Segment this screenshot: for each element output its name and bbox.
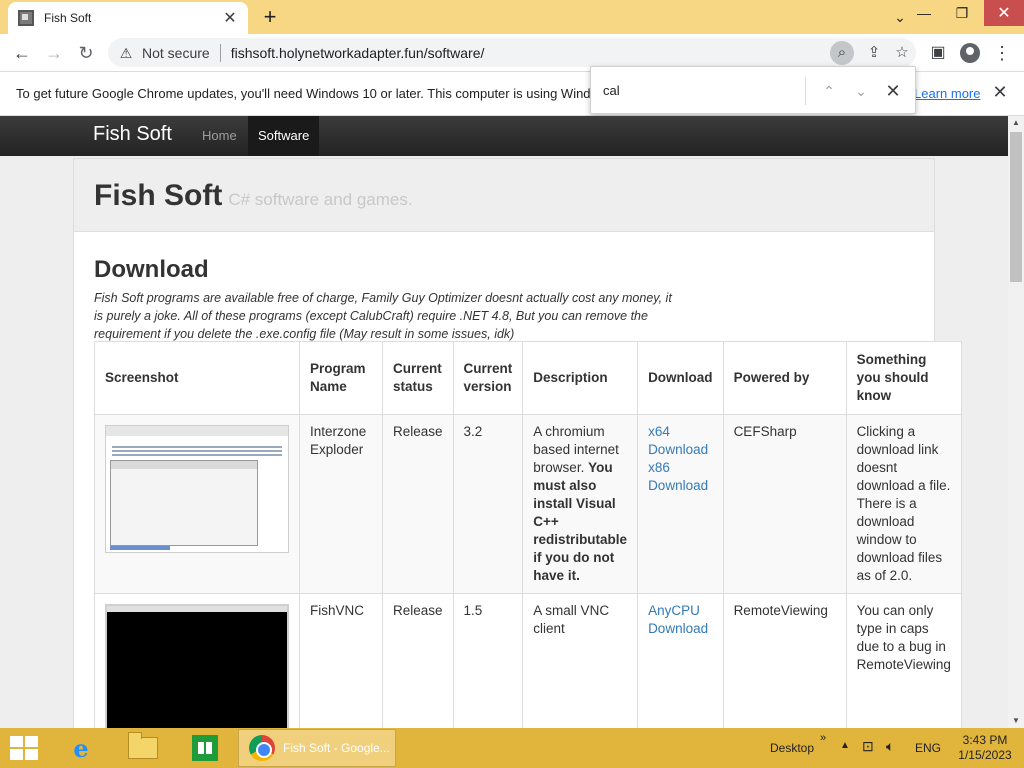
find-previous-icon[interactable]: ⌃: [817, 79, 841, 103]
table-row: Interzone Exploder Release 3.2 A chromiu…: [94, 414, 962, 594]
scroll-thumb[interactable]: [1010, 132, 1022, 282]
program-note: Clicking a download link doesnt download…: [845, 414, 962, 594]
profile-avatar-icon[interactable]: [958, 41, 982, 65]
program-note: You can only type in caps due to a bug i…: [845, 593, 962, 728]
scroll-down-arrow-icon[interactable]: ▼: [1008, 714, 1024, 728]
find-next-icon[interactable]: ⌄: [849, 79, 873, 103]
program-name: FishVNC: [299, 593, 383, 728]
page-subtitle: C# software and games.: [228, 190, 413, 209]
program-description: A small VNC client: [522, 593, 639, 728]
chrome-icon: [249, 735, 275, 761]
address-bar[interactable]: ⚠ Not secure fishsoft.holynetworkadapter…: [108, 38, 916, 67]
reload-button[interactable]: ↻: [74, 41, 98, 65]
address-divider: [219, 43, 221, 62]
security-status-label[interactable]: Not secure: [142, 45, 210, 61]
site-favicon-icon: [18, 10, 34, 26]
table-header-row: Screenshot Program Name Current status C…: [94, 341, 962, 415]
find-input[interactable]: [603, 79, 803, 101]
find-close-icon[interactable]: ✕: [881, 79, 905, 103]
download-cell: x64 Download x86 Download: [637, 414, 724, 594]
bookmark-star-icon[interactable]: ☆: [888, 41, 916, 65]
col-powered-by: Powered by: [722, 341, 847, 415]
store-icon[interactable]: [180, 730, 230, 766]
program-version: 1.5: [452, 593, 524, 728]
screenshot-cell: [94, 414, 300, 594]
network-icon[interactable]: ⊡: [862, 738, 874, 755]
side-panel-icon[interactable]: ▣: [926, 41, 950, 65]
page-title: Fish Soft C# software and games.: [94, 179, 413, 213]
browser-title-bar: Fish Soft ✕ + ⌄ — ❐ ✕: [0, 0, 1024, 34]
nav-home-link[interactable]: Home: [192, 116, 247, 156]
language-indicator[interactable]: ENG: [915, 741, 941, 755]
volume-icon[interactable]: 🔈︎: [886, 738, 894, 755]
x64-download-link[interactable]: x64 Download: [648, 423, 713, 459]
clock-time: 3:43 PM: [962, 733, 1008, 747]
col-screenshot: Screenshot: [94, 341, 300, 415]
scroll-up-arrow-icon[interactable]: ▲: [1008, 116, 1024, 130]
section-title: Download: [94, 256, 209, 283]
table-row: FishVNC Release 1.5 A small VNC client A…: [94, 593, 962, 728]
find-in-page-icon[interactable]: ⌕: [830, 40, 854, 65]
program-version: 3.2: [452, 414, 524, 594]
clock[interactable]: 3:43 PM 1/15/2023: [955, 733, 1015, 763]
desktop-toolbar-label[interactable]: Desktop: [770, 741, 814, 755]
page-viewport: Fish Soft Home Software Fish Soft C# soft…: [0, 116, 1008, 728]
fishvnc-screenshot: [105, 604, 289, 728]
show-hidden-icons-icon[interactable]: ▲: [840, 740, 850, 751]
col-description: Description: [522, 341, 639, 415]
screenshot-cell: [94, 593, 300, 728]
description-warning: You must also install Visual C++ redistr…: [533, 460, 628, 583]
browser-tab[interactable]: Fish Soft ✕: [8, 2, 248, 34]
forward-button[interactable]: →: [42, 41, 66, 65]
learn-more-link[interactable]: Learn more: [914, 86, 980, 101]
site-brand[interactable]: Fish Soft: [93, 123, 172, 146]
x86-download-link[interactable]: x86 Download: [648, 459, 713, 495]
interzone-screenshot: [105, 425, 289, 553]
tab-title: Fish Soft: [44, 11, 92, 25]
warning-triangle-icon[interactable]: ⚠: [118, 45, 134, 61]
powered-by: RemoteViewing: [722, 593, 847, 728]
col-current-status: Current status: [382, 341, 454, 415]
page-title-text: Fish Soft: [94, 179, 223, 212]
new-tab-button[interactable]: +: [258, 4, 282, 30]
anycpu-download-link[interactable]: AnyCPU Download: [648, 602, 713, 638]
program-description: A chromium based internet browser. You m…: [522, 414, 639, 594]
windows-start-icon[interactable]: [10, 736, 38, 760]
clock-date: 1/15/2023: [958, 748, 1012, 762]
download-cell: AnyCPU Download: [637, 593, 724, 728]
col-something-to-know: Something you should know: [845, 341, 962, 415]
col-current-version: Current version: [452, 341, 524, 415]
site-navbar: Fish Soft Home Software: [0, 116, 1008, 156]
close-window-button[interactable]: ✕: [984, 0, 1024, 26]
section-description: Fish Soft programs are available free of…: [94, 291, 672, 341]
tab-close-icon[interactable]: ✕: [222, 8, 238, 28]
minimize-button[interactable]: —: [906, 0, 942, 26]
program-name: Interzone Exploder: [299, 414, 383, 594]
software-table: Screenshot Program Name Current status C…: [94, 341, 962, 728]
program-status: Release: [382, 414, 454, 594]
program-status: Release: [382, 593, 454, 728]
url-text[interactable]: fishsoft.holynetworkadapter.fun/software…: [231, 45, 830, 61]
file-explorer-icon[interactable]: [118, 730, 168, 766]
infobar-close-icon[interactable]: ✕: [990, 82, 1010, 103]
back-button[interactable]: ←: [10, 41, 34, 65]
share-icon[interactable]: ⇪: [860, 41, 888, 65]
internet-explorer-icon[interactable]: e: [56, 730, 106, 766]
find-bar: ⌃ ⌄ ✕: [590, 66, 916, 114]
col-download: Download: [637, 341, 724, 415]
powered-by: CEFSharp: [722, 414, 847, 594]
more-menu-icon[interactable]: ⋮: [990, 41, 1014, 65]
taskbar-chrome-label: Fish Soft - Google...: [283, 741, 390, 755]
page-header: Fish Soft C# software and games.: [73, 158, 935, 232]
toolbar-chevron-icon[interactable]: »: [820, 732, 826, 744]
restore-button[interactable]: ❐: [944, 0, 980, 26]
taskbar-chrome-window[interactable]: Fish Soft - Google...: [238, 729, 396, 767]
infobar-message: To get future Google Chrome updates, you…: [16, 86, 629, 101]
nav-software-link[interactable]: Software: [248, 116, 320, 156]
page-scrollbar[interactable]: ▲ ▼: [1008, 116, 1024, 728]
find-divider: [805, 77, 806, 105]
windows-taskbar: e Fish Soft - Google... Desktop » ▲ ⊡ 🔈︎…: [0, 728, 1024, 768]
col-program-name: Program Name: [299, 341, 383, 415]
